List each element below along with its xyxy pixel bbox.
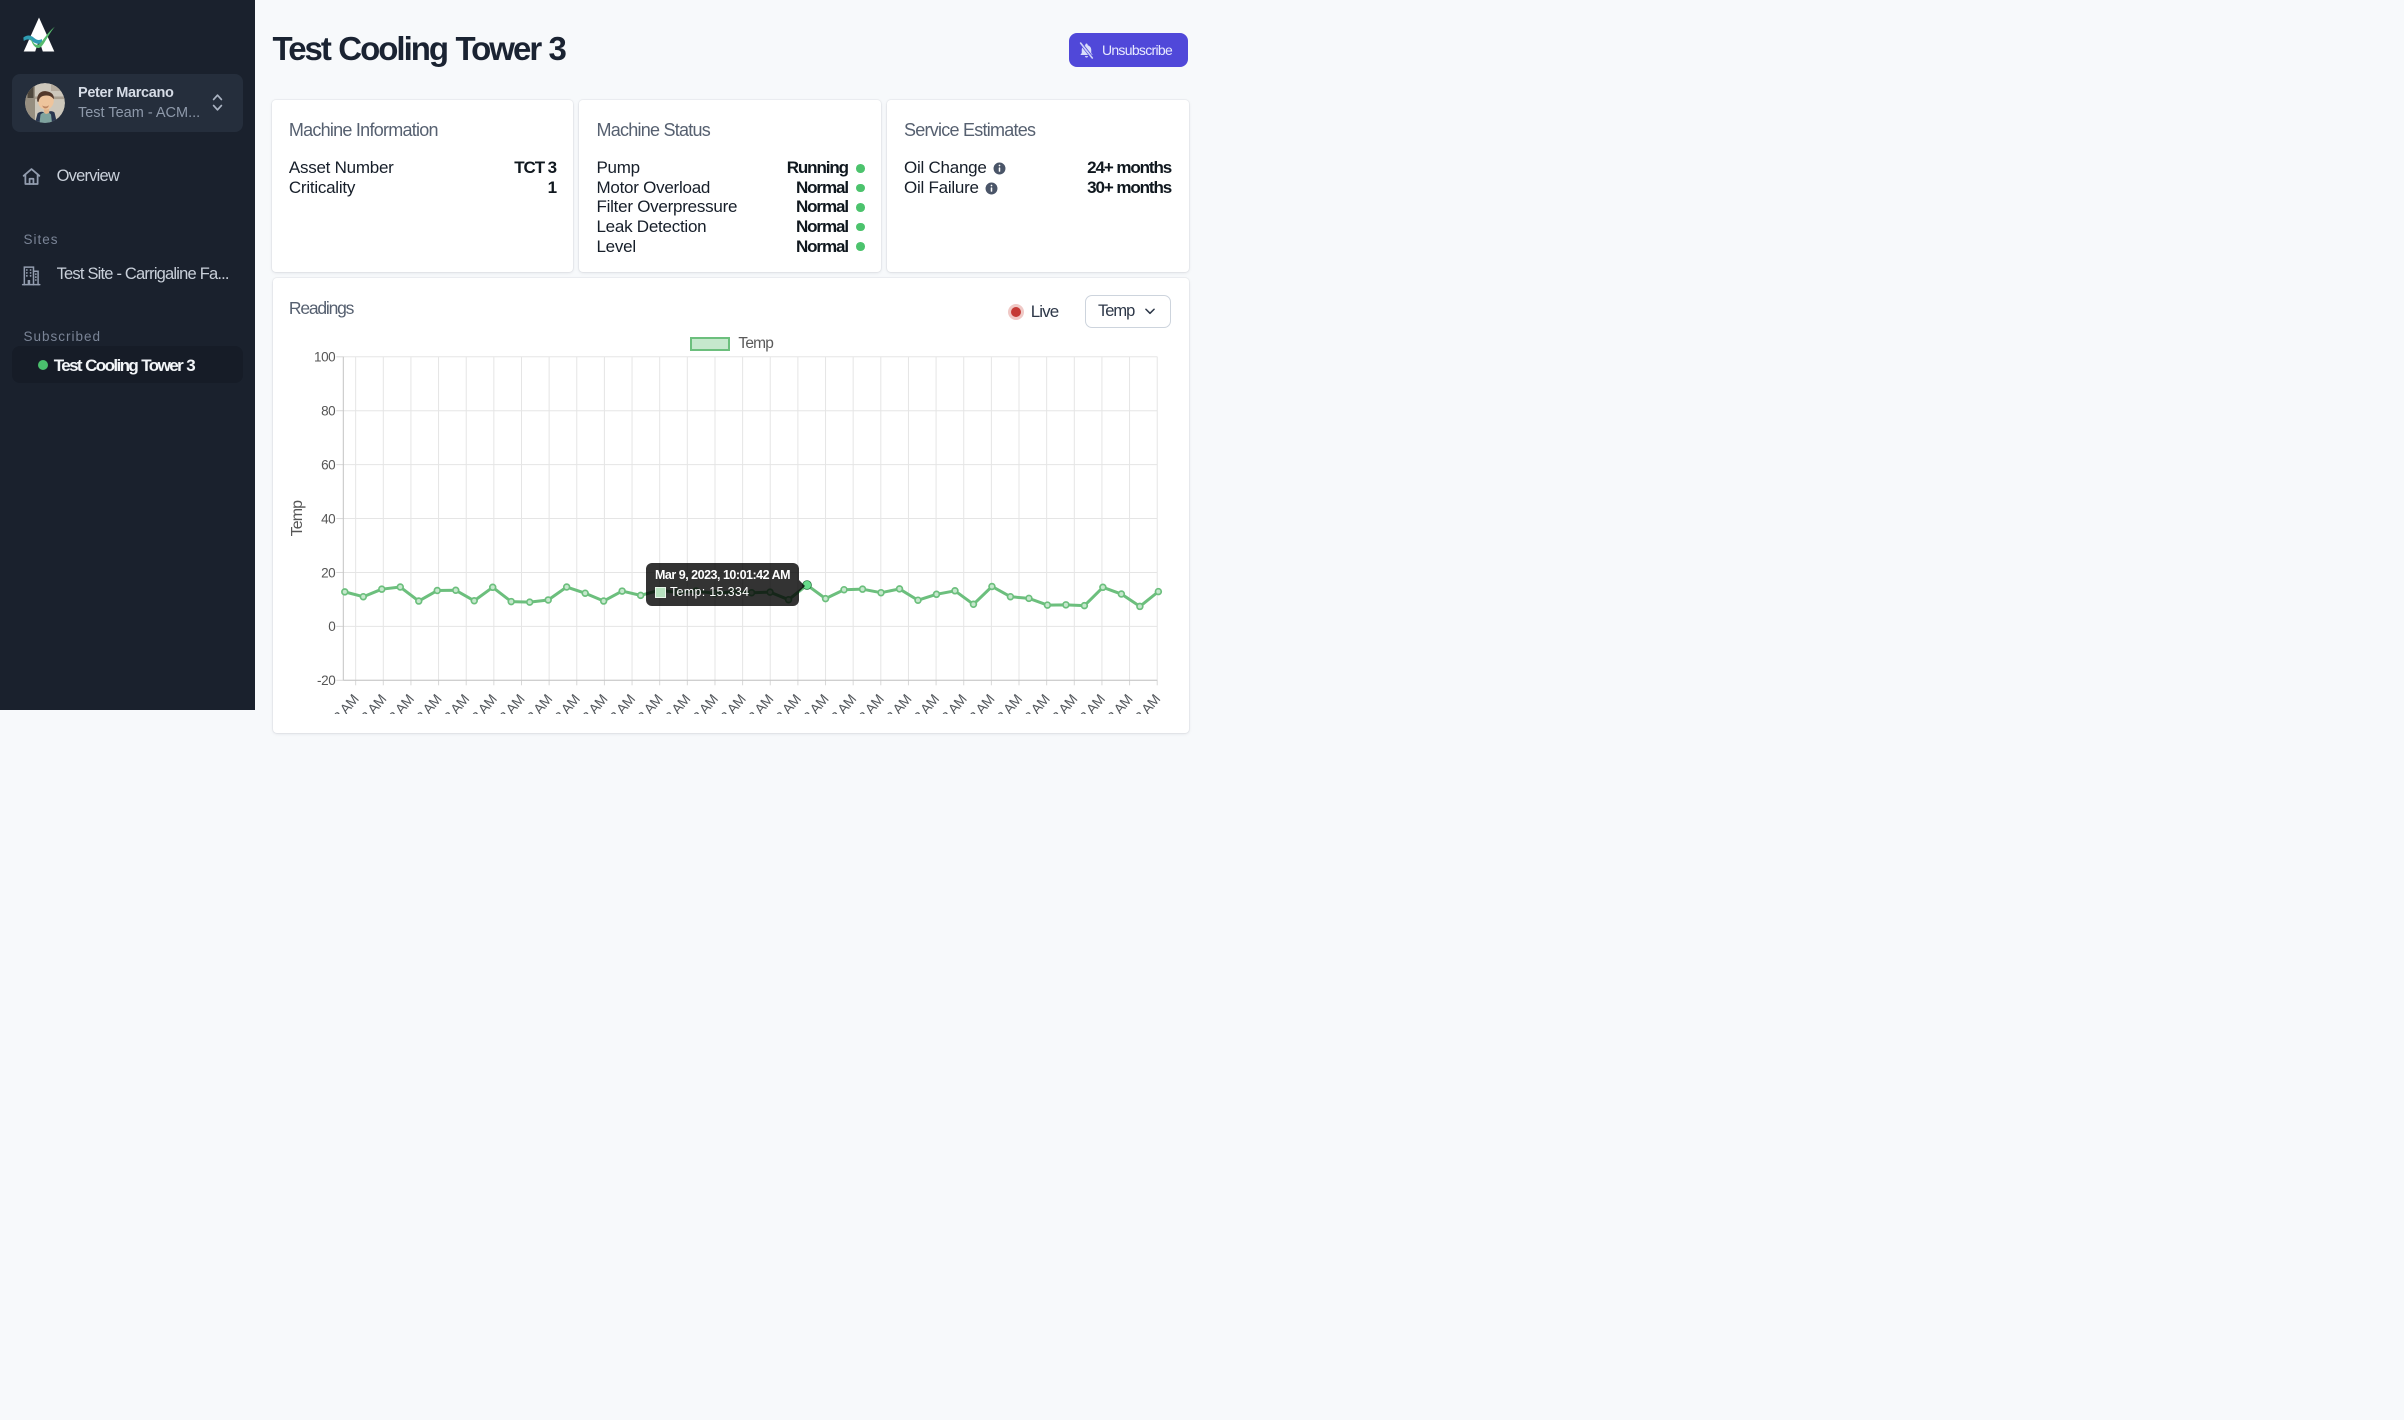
svg-text:60: 60 xyxy=(321,458,335,473)
svg-text:80: 80 xyxy=(321,404,335,419)
svg-text:0: 0 xyxy=(328,619,335,634)
svg-text:-20: -20 xyxy=(317,673,335,688)
svg-text:Temp: Temp xyxy=(289,500,306,537)
svg-text:40: 40 xyxy=(321,512,335,527)
svg-text:10:01:42 AM: 10:01:42 AM xyxy=(301,691,361,714)
svg-text:100: 100 xyxy=(314,350,335,365)
svg-text:20: 20 xyxy=(321,565,335,580)
